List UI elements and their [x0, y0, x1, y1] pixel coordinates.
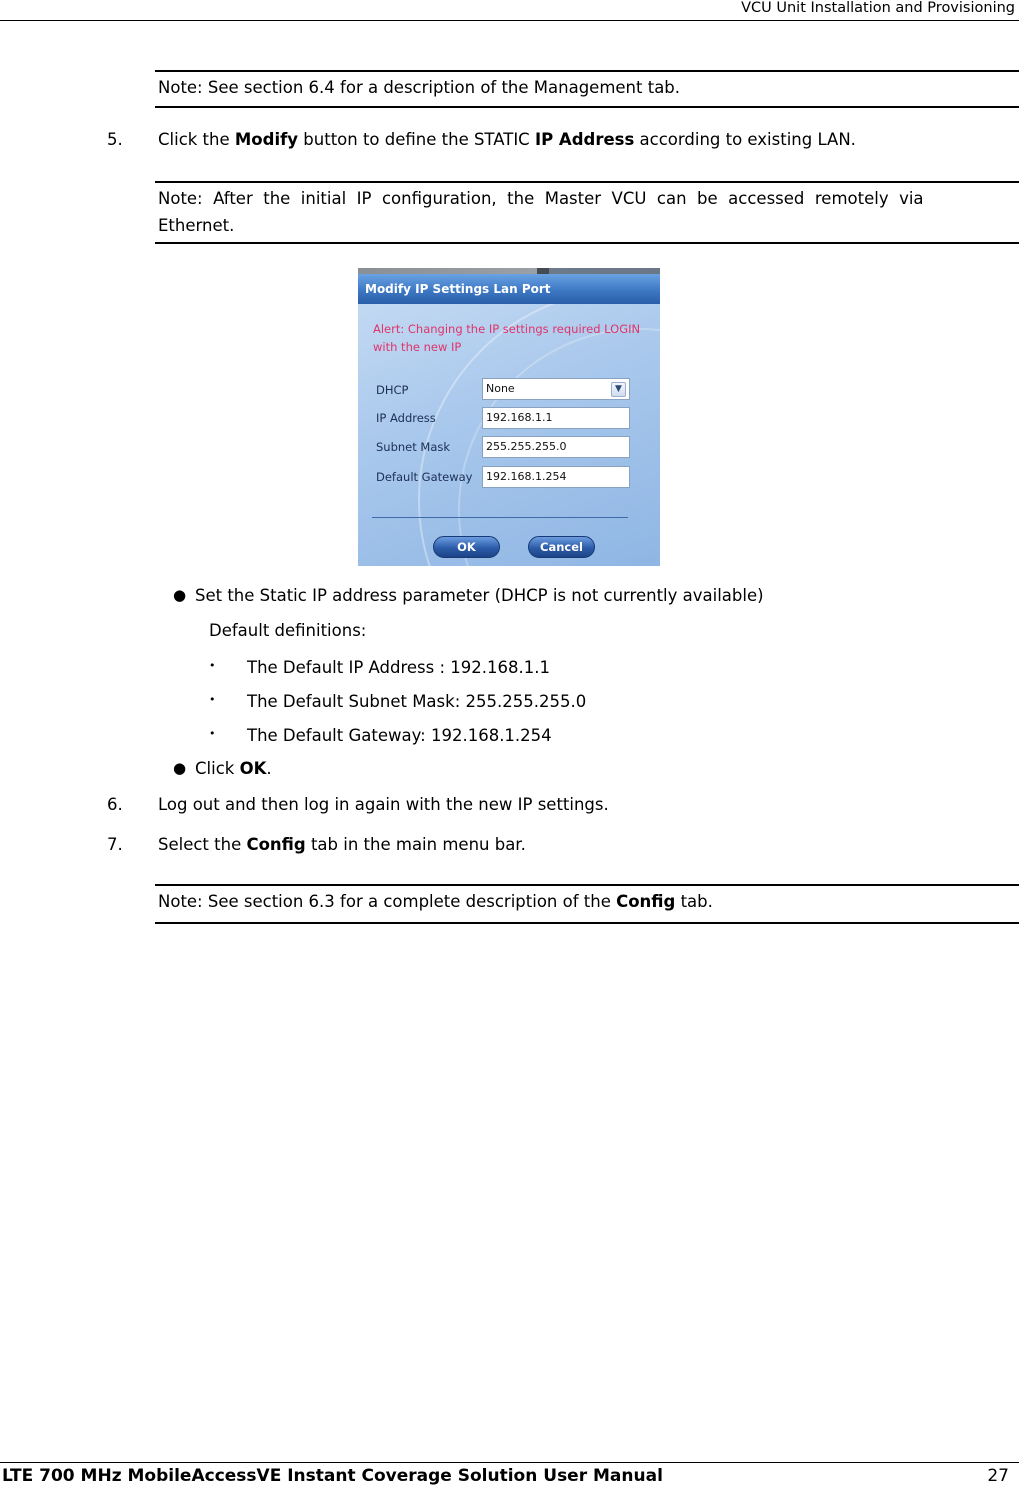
- note-config: Note: See section 6.3 for a complete des…: [155, 884, 1019, 924]
- subnet-mask-label: Subnet Mask: [376, 440, 451, 454]
- bullet-text: Set the Static IP address parameter (DHC…: [195, 586, 764, 605]
- step-number: 6.: [107, 795, 123, 814]
- footer-title: LTE 700 MHz MobileAccessVE Instant Cover…: [2, 1466, 663, 1486]
- bullet-icon: ●: [173, 586, 187, 604]
- step-text: Select the: [158, 835, 247, 854]
- default-item-text: The Default Gateway: 192.168.1.254: [247, 726, 552, 745]
- note-config-text: tab.: [675, 892, 713, 911]
- step-number: 7.: [107, 835, 123, 854]
- cancel-button[interactable]: Cancel: [528, 536, 595, 558]
- bullet-static-ip: ● Set the Static IP address parameter (D…: [173, 586, 764, 605]
- note-after-ip: Note: After the initial IP configuration…: [155, 181, 1019, 244]
- dialog-title: Modify IP Settings Lan Port: [358, 274, 660, 304]
- step-5: 5. Click the Modify button to define the…: [107, 130, 856, 149]
- bullet-text: Click: [195, 759, 240, 778]
- bullet-icon: •: [209, 659, 216, 672]
- ok-term: OK: [239, 759, 267, 778]
- note-management-text: Note: See section 6.4 for a description …: [158, 78, 681, 97]
- footer-rule: [0, 1462, 1019, 1463]
- config-term: Config: [246, 835, 306, 854]
- header-rule: [0, 20, 1019, 21]
- ip-address-input[interactable]: 192.168.1.1: [482, 407, 630, 429]
- default-gateway-input[interactable]: 192.168.1.254: [482, 466, 630, 488]
- step-text: Click the: [158, 130, 235, 149]
- default-item-text: The Default IP Address : 192.168.1.1: [247, 658, 551, 677]
- step-6: 6. Log out and then log in again with th…: [107, 795, 609, 814]
- ip-address-label: IP Address: [376, 411, 436, 425]
- modify-term: Modify: [234, 130, 299, 149]
- default-definitions-label: Default definitions:: [209, 621, 367, 640]
- note-after-ip-line1: Note: After the initial IP configuration…: [158, 189, 924, 208]
- note-config-text: Note: See section 6.3 for a complete des…: [158, 892, 617, 911]
- step-text: according to existing LAN.: [634, 130, 856, 149]
- note-management: Note: See section 6.4 for a description …: [155, 70, 1019, 108]
- bullet-icon: •: [209, 693, 216, 706]
- dialog-alert: Alert: Changing the IP settings required…: [373, 322, 641, 354]
- bullet-text: .: [266, 759, 272, 778]
- subnet-mask-input[interactable]: 255.255.255.0: [482, 436, 630, 458]
- default-item: • The Default Subnet Mask: 255.255.255.0: [209, 692, 587, 711]
- step-number: 5.: [107, 130, 123, 149]
- chevron-down-icon[interactable]: ▼: [611, 382, 626, 397]
- config-term: Config: [616, 892, 676, 911]
- step-text: Log out and then log in again with the n…: [158, 795, 609, 814]
- default-item: • The Default Gateway: 192.168.1.254: [209, 726, 552, 745]
- ok-button[interactable]: OK: [433, 536, 500, 558]
- bullet-click-ok: ● Click OK.: [173, 759, 272, 778]
- running-header-title: VCU Unit Installation and Provisioning: [741, 0, 1015, 16]
- modify-ip-dialog: Modify IP Settings Lan Port Alert: Chang…: [358, 268, 660, 566]
- dialog-separator: [372, 517, 628, 518]
- bullet-icon: •: [209, 727, 216, 740]
- page-number: 27: [987, 1466, 1009, 1486]
- ip-address-term: IP Address: [534, 130, 635, 149]
- dhcp-select[interactable]: None ▼: [482, 378, 630, 400]
- dhcp-label: DHCP: [376, 383, 409, 397]
- note-after-ip-line2: Ethernet.: [158, 216, 235, 235]
- step-7: 7. Select the Config tab in the main men…: [107, 835, 526, 854]
- step-text: button to define the STATIC: [298, 130, 535, 149]
- default-item-text: The Default Subnet Mask: 255.255.255.0: [247, 692, 587, 711]
- step-text: tab in the main menu bar.: [305, 835, 526, 854]
- dhcp-select-value: None: [486, 382, 515, 395]
- bullet-icon: ●: [173, 759, 187, 777]
- default-gateway-label: Default Gateway: [376, 470, 473, 484]
- default-item: • The Default IP Address : 192.168.1.1: [209, 658, 551, 677]
